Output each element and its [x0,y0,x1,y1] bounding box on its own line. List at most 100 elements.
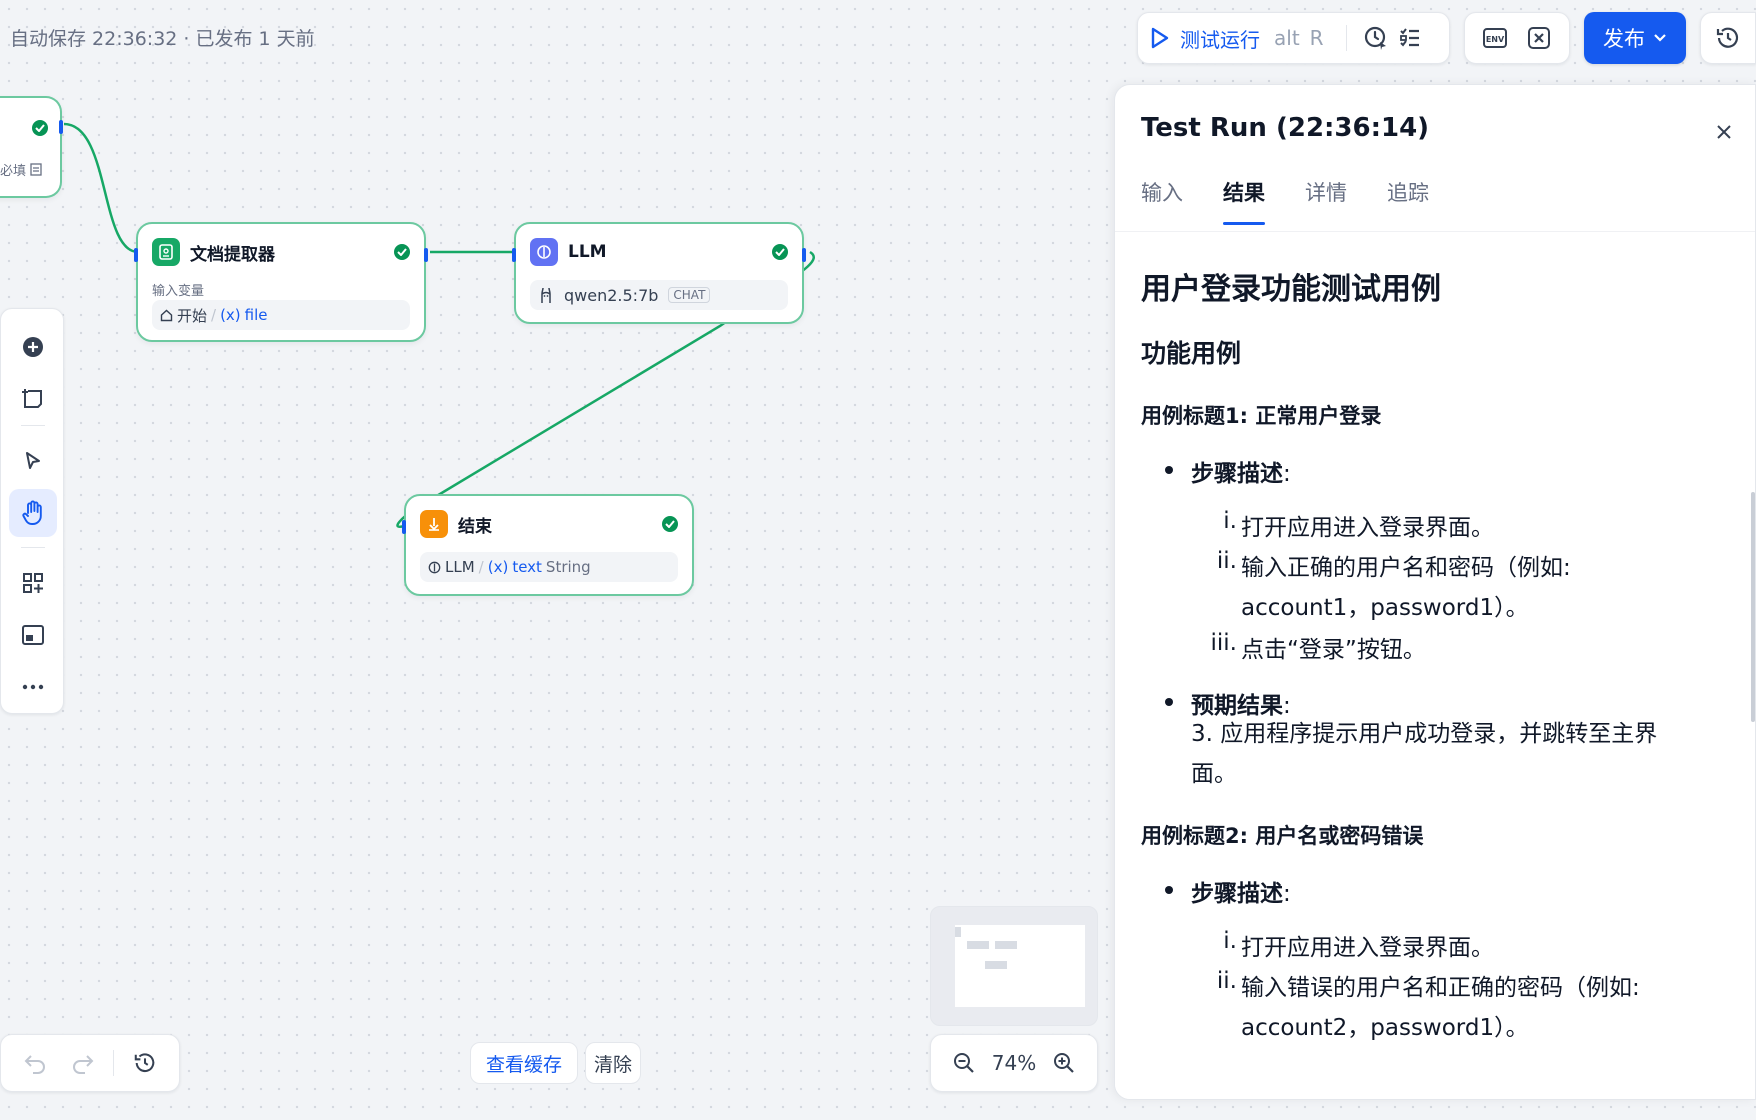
panel-scrollbar[interactable] [1751,492,1755,722]
llm-icon [530,238,558,266]
expected-line: 面。 [1191,761,1237,787]
output-port[interactable] [59,120,63,134]
minimap-viewport [955,925,1085,1007]
step-number: ii. [1216,548,1237,574]
undo-redo-toolbar [0,1034,180,1092]
input-variable-field[interactable]: 开始 / (x) file [152,300,410,330]
step-item: i. 打开应用进入登录界面。 [1223,928,1494,962]
palette-divider [21,547,45,548]
play-icon [1151,27,1169,49]
model-mode-badge: CHAT [668,287,711,303]
variable-name: file [244,306,268,324]
step-text: 输入错误的用户名和正确的密码（例如: [1241,975,1640,1001]
undo-icon[interactable] [18,1046,52,1080]
path-separator: / [211,306,217,324]
step-item: account1，password1）。 [1241,588,1529,622]
llama-icon [541,287,551,303]
shortcut-key-alt: alt [1274,26,1300,50]
llm-node[interactable]: LLM qwen2.5:7b CHAT [512,222,806,324]
output-variable-field[interactable]: LLM / (x) text String [420,552,678,582]
input-variable-label: 输入变量 [152,284,205,299]
tab-input[interactable]: 输入 [1141,177,1183,225]
step-item: ii. 输入错误的用户名和正确的密码（例如: [1217,968,1640,1002]
input-port[interactable] [134,248,138,262]
tab-result[interactable]: 结果 [1223,177,1265,225]
expected-line: 3. 应用程序提示用户成功登录，并跳转至主界 [1191,721,1658,747]
step-text: 输入正确的用户名和密码（例如: [1241,555,1571,581]
clear-button[interactable]: 清除 [585,1042,641,1084]
minimap-node [995,941,1017,949]
home-icon [160,309,173,321]
tab-trace[interactable]: 追踪 [1387,177,1429,225]
pointer-icon[interactable] [9,437,57,485]
zoom-in-icon[interactable] [1047,1046,1081,1080]
run-toolbar: 测试运行 alt R [1137,12,1450,64]
success-check-icon [32,120,48,136]
variable-name: text [512,558,542,576]
node-title: LLM [568,242,607,262]
shortcut-key-r: R [1309,26,1324,50]
step-item: account2，password1）。 [1241,1008,1529,1042]
step-text: 点击“登录”按钮。 [1241,637,1426,663]
document-icon [30,163,42,176]
output-port[interactable] [802,248,806,262]
step-number: iii. [1210,630,1237,656]
zoom-out-icon[interactable] [947,1046,981,1080]
organize-blocks-icon[interactable] [9,559,57,607]
variable-symbol: (x) [487,558,509,576]
input-port[interactable] [512,248,516,262]
env-icon[interactable]: ENV [1478,21,1512,55]
input-port[interactable] [402,520,406,534]
edge-start-to-extractor [63,122,139,254]
view-cache-button[interactable]: 查看缓存 [470,1042,578,1084]
node-header: 结束 [420,510,492,538]
toolbar-divider [113,1050,115,1076]
close-icon[interactable] [1711,119,1737,145]
autosave-status: 自动保存 22:36:32 · 已发布 1 天前 [10,28,315,50]
list-item: 步骤描述: [1165,454,1291,488]
step-number: i. [1223,508,1237,534]
tab-details[interactable]: 详情 [1305,177,1347,225]
step-text: 打开应用进入登录界面。 [1241,515,1494,541]
zoom-level[interactable]: 74% [992,1051,1036,1075]
success-check-icon [394,244,410,260]
history-icon[interactable] [128,1046,162,1080]
variable-type: String [545,558,591,576]
variable-icon[interactable] [1522,21,1556,55]
palette-divider [21,425,45,426]
colon: : [1283,881,1291,907]
source-node-name: LLM [445,558,475,576]
checklist-icon[interactable] [1393,21,1427,55]
step-item: i. 打开应用进入登录界面。 [1223,508,1494,542]
end-icon [420,510,448,538]
minimap-node [955,927,961,937]
step-number: ii. [1216,968,1237,994]
end-node[interactable]: 结束 LLM / (x) text String [402,494,694,596]
output-port[interactable] [424,248,428,262]
node-title: 结束 [458,516,492,537]
add-note-icon[interactable] [9,375,57,423]
test-run-button[interactable]: 测试运行 alt R [1150,24,1334,53]
steps-label: 步骤描述 [1191,461,1283,487]
model-name: qwen2.5:7b [564,285,659,305]
variable-symbol: (x) [220,306,241,324]
result-heading-1: 用户登录功能测试用例 [1141,272,1441,307]
required-label: 必填 [0,164,27,179]
model-selector[interactable]: qwen2.5:7b CHAT [530,280,788,310]
doc-extractor-node[interactable]: 文档提取器 输入变量 开始 / (x) file [134,222,428,342]
start-node[interactable]: 必填 [0,96,63,198]
minimap[interactable] [930,906,1098,1026]
run-history-icon[interactable] [1359,21,1393,55]
panel-title: Test Run (22:36:14) [1141,113,1430,143]
step-text: account2，password1）。 [1241,1015,1529,1041]
minimap-toggle-icon[interactable] [9,611,57,659]
redo-icon[interactable] [66,1046,100,1080]
version-history-button[interactable] [1700,12,1756,64]
hand-icon[interactable] [9,489,57,537]
success-check-icon [772,244,788,260]
minimap-node [985,961,1007,969]
step-item: ii. 输入正确的用户名和密码（例如: [1217,548,1571,582]
add-node-icon[interactable] [9,323,57,371]
more-icon[interactable] [9,663,57,711]
publish-button[interactable]: 发布 [1584,12,1686,64]
